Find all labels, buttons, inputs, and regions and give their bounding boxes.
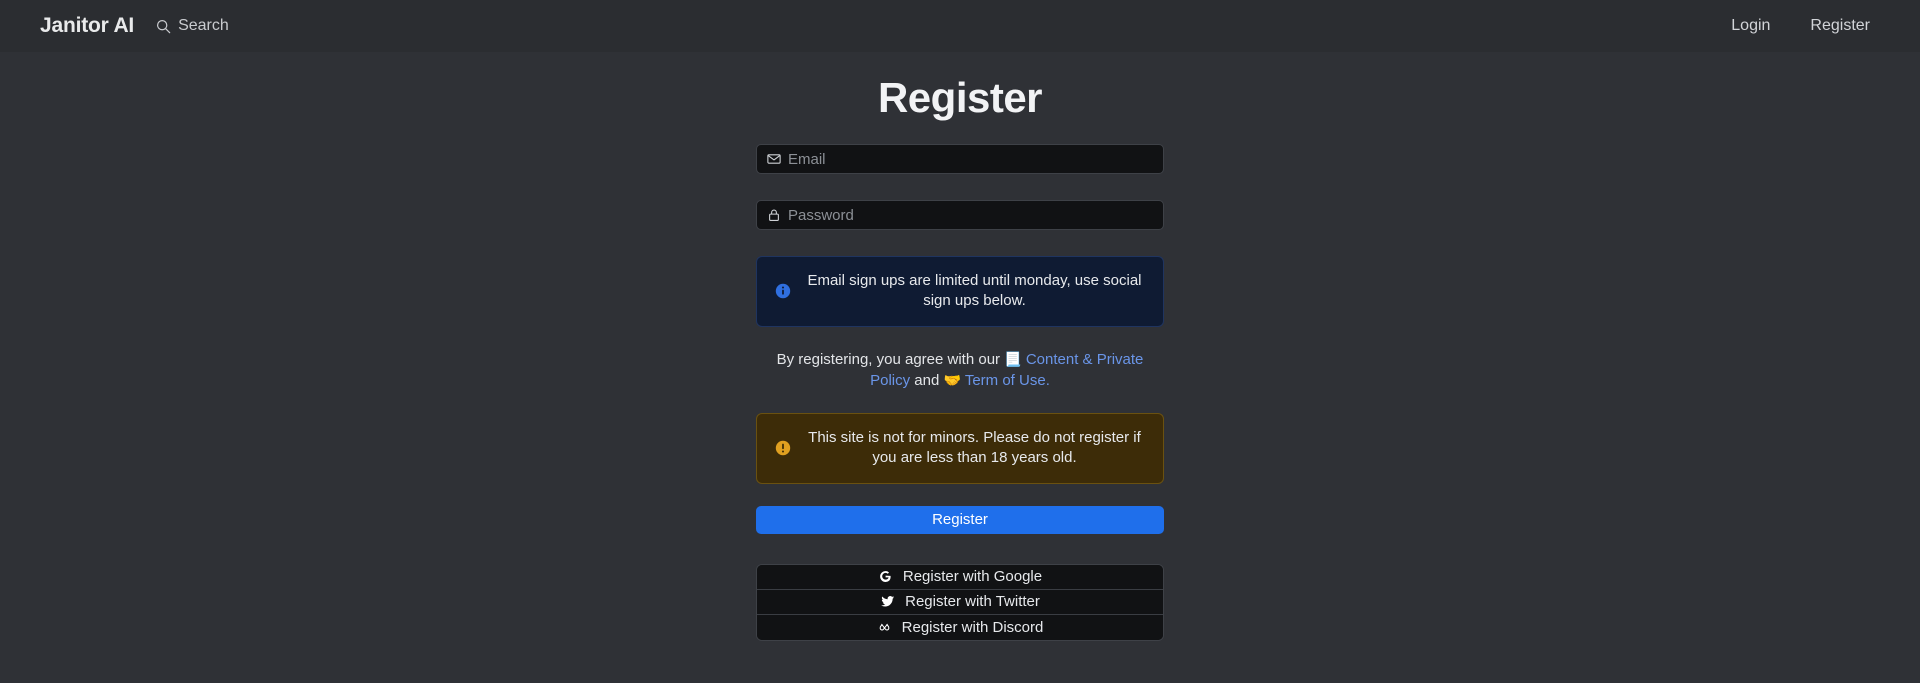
- terms-prefix: By registering, you agree with our: [776, 350, 1001, 368]
- navbar-links: Login Register: [1731, 17, 1880, 35]
- terms-conjunction: and: [914, 371, 940, 389]
- info-alert-text: Email sign ups are limited until monday,…: [807, 272, 1142, 310]
- term-of-use-link[interactable]: Term of Use.: [965, 372, 1050, 389]
- main-content: Register Email Email sign ups are limite…: [0, 52, 1920, 641]
- register-with-google-button[interactable]: Register with Google: [757, 564, 1163, 590]
- page-title: Register: [877, 74, 1043, 121]
- discord-button-label: Register with Discord: [901, 618, 1044, 636]
- search-icon: [156, 19, 171, 34]
- google-button-label: Register with Google: [902, 568, 1043, 586]
- email-input[interactable]: [788, 150, 1153, 168]
- minors-warning-text: This site is not for minors. Please do n…: [808, 429, 1141, 467]
- register-submit-button[interactable]: Register: [756, 505, 1164, 534]
- register-form: Email sign ups are limited until monday,…: [756, 144, 1164, 641]
- minors-warning-alert: This site is not for minors. Please do n…: [756, 413, 1164, 484]
- email-field[interactable]: [756, 144, 1164, 174]
- terms-text: By registering, you agree with our 📃 Con…: [756, 349, 1164, 392]
- register-with-discord-button[interactable]: Register with Discord: [757, 614, 1163, 640]
- password-input[interactable]: [788, 206, 1153, 224]
- nav-link-login[interactable]: Login: [1731, 17, 1770, 35]
- search-label: Search: [178, 17, 229, 34]
- social-signup-group: Register with Google Register with Twitt…: [756, 563, 1164, 641]
- warning-circle-icon: [775, 440, 791, 456]
- search-button[interactable]: Search: [156, 17, 229, 35]
- info-circle-icon: [775, 283, 791, 299]
- brand-logo[interactable]: Janitor AI: [40, 14, 134, 38]
- nav-link-register[interactable]: Register: [1810, 17, 1870, 35]
- info-alert: Email sign ups are limited until monday,…: [756, 256, 1164, 327]
- twitter-icon: [880, 594, 895, 609]
- twitter-button-label: Register with Twitter: [905, 593, 1040, 611]
- password-field[interactable]: [756, 200, 1164, 230]
- lock-icon: [767, 208, 781, 222]
- top-navbar: Janitor AI Search Login Register: [0, 0, 1920, 52]
- register-with-twitter-button[interactable]: Register with Twitter: [757, 589, 1163, 615]
- envelope-icon: [767, 152, 781, 166]
- handshake-emoji-icon: 🤝: [943, 371, 961, 388]
- discord-icon: [877, 620, 892, 635]
- scroll-emoji-icon: 📃: [1004, 350, 1022, 367]
- google-icon: [878, 569, 893, 584]
